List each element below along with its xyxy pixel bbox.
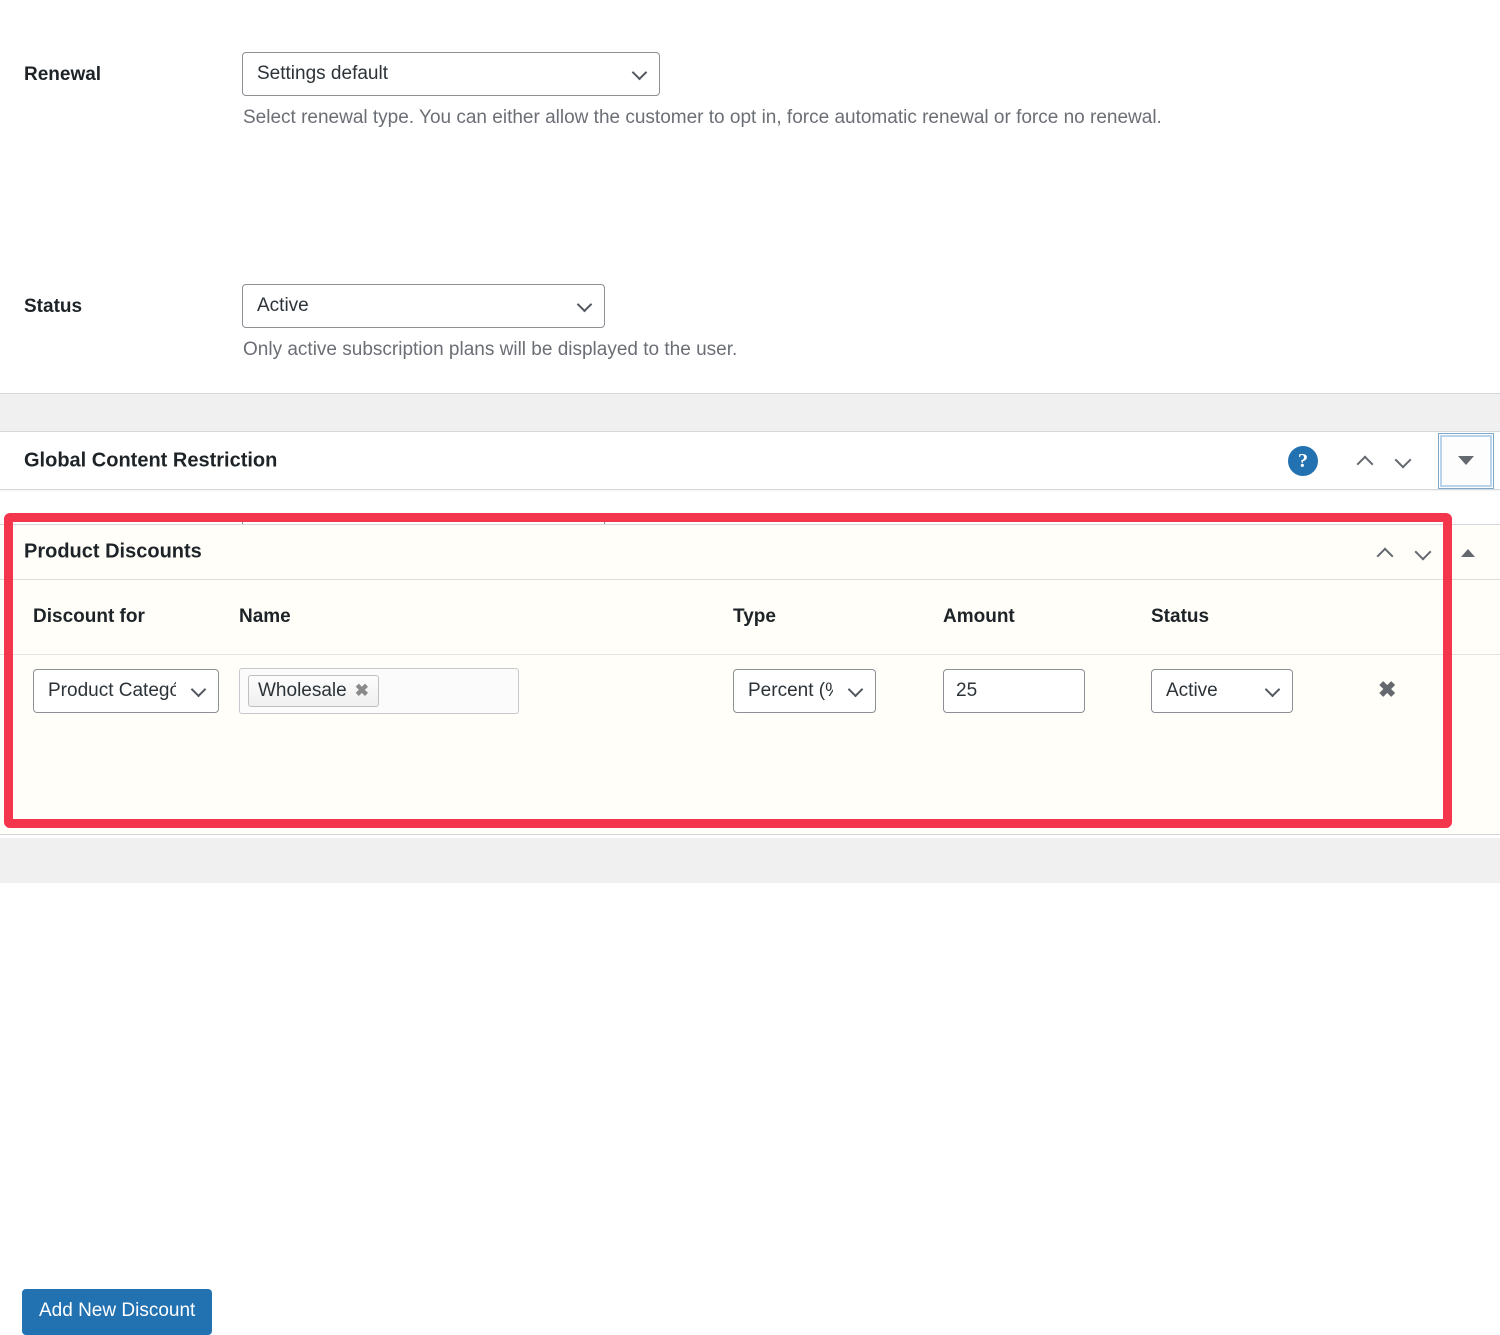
field-help-renewal: Select renewal type. You can either allo… [243,107,1162,128]
page-background [0,838,1500,883]
product-discounts-actions [1366,525,1442,580]
chevron-up-icon [1377,545,1393,561]
add-new-discount-button[interactable]: Add New Discount [22,1289,213,1335]
add-discount-wrap: Add New Discount [22,1289,213,1335]
cell-status: Active [1151,668,1293,713]
field-label-renewal: Renewal [24,64,102,85]
type-select[interactable]: Percent (% [733,668,876,713]
status-select[interactable]: Active [1151,668,1293,713]
help-circle-icon[interactable]: ? [1288,445,1318,476]
move-up-button[interactable] [1366,534,1404,572]
panel-gap [0,394,1500,432]
global-content-restriction-panel: Global Content Restriction ? [0,431,1500,490]
discount-for-select[interactable]: Product Categó [33,668,219,713]
chevron-down-icon [1395,453,1411,469]
subscription-settings-panel: Renewal Settings default Select renewal … [0,0,1500,592]
chevron-down-icon [192,683,205,696]
global-content-restriction-title: Global Content Restriction [24,449,278,471]
cell-discount-for: Product Categó [33,668,219,713]
status-select-value: Active [257,295,309,316]
close-icon[interactable]: ✖ [355,682,369,699]
global-content-restriction-header[interactable]: Global Content Restriction ? [0,432,1500,489]
column-header-name: Name [239,606,291,627]
chevron-down-icon [849,683,862,696]
status-select-wrap: Active [242,284,605,328]
toggle-panel-button[interactable] [1446,533,1490,573]
product-discounts-header[interactable]: Product Discounts [0,525,1500,580]
discount-for-value: Product Categó [48,679,176,701]
global-content-restriction-actions: ? [1288,432,1500,489]
toggle-panel-button[interactable] [1438,432,1494,489]
move-up-button[interactable] [1346,442,1384,480]
product-discounts-title: Product Discounts [24,540,202,563]
tag-label: Wholesale [258,679,347,701]
help-icon-glyph: ? [1298,449,1308,472]
product-discounts-panel: Product Discounts Discount for Name Type… [0,524,1500,1335]
renewal-select[interactable]: Settings default [242,52,660,96]
field-help-status: Only active subscription plans will be d… [243,339,738,360]
chevron-down-icon [633,66,646,79]
status-value: Active [1166,679,1218,701]
column-header-amount: Amount [943,606,1015,627]
tag-item: Wholesale ✖ [248,674,379,707]
renewal-select-value: Settings default [257,63,388,84]
chevron-down-icon [1415,545,1431,561]
column-header-status: Status [1151,606,1210,627]
cell-amount [943,668,1085,713]
triangle-down-icon [1458,456,1474,465]
remove-row-icon[interactable]: ✖ [1378,677,1396,702]
table-header-row: Discount for Name Type Amount Status [0,580,1500,655]
cell-name: Wholesale ✖ [239,667,519,714]
cell-remove: ✖ [1378,677,1396,703]
move-down-button[interactable] [1404,534,1442,572]
renewal-select-wrap: Settings default [242,52,660,96]
move-down-button[interactable] [1384,442,1422,480]
column-header-discount-for: Discount for [33,606,145,627]
field-label-status: Status [24,296,83,317]
table-row: Product Categó Wholesale ✖ Percent (% 25… [0,655,1500,726]
amount-input[interactable] [943,668,1085,713]
column-header-type: Type [733,606,776,627]
cell-type: Percent (% [733,668,876,713]
product-discounts-table: Discount for Name Type Amount Status Pro… [0,580,1500,726]
type-value: Percent (% [748,679,833,701]
name-tag-input[interactable]: Wholesale ✖ [239,667,519,714]
chevron-down-icon [578,298,591,311]
chevron-down-icon [1266,683,1279,696]
chevron-up-icon [1357,453,1373,469]
status-select[interactable]: Active [242,284,605,328]
triangle-up-icon [1461,549,1475,557]
